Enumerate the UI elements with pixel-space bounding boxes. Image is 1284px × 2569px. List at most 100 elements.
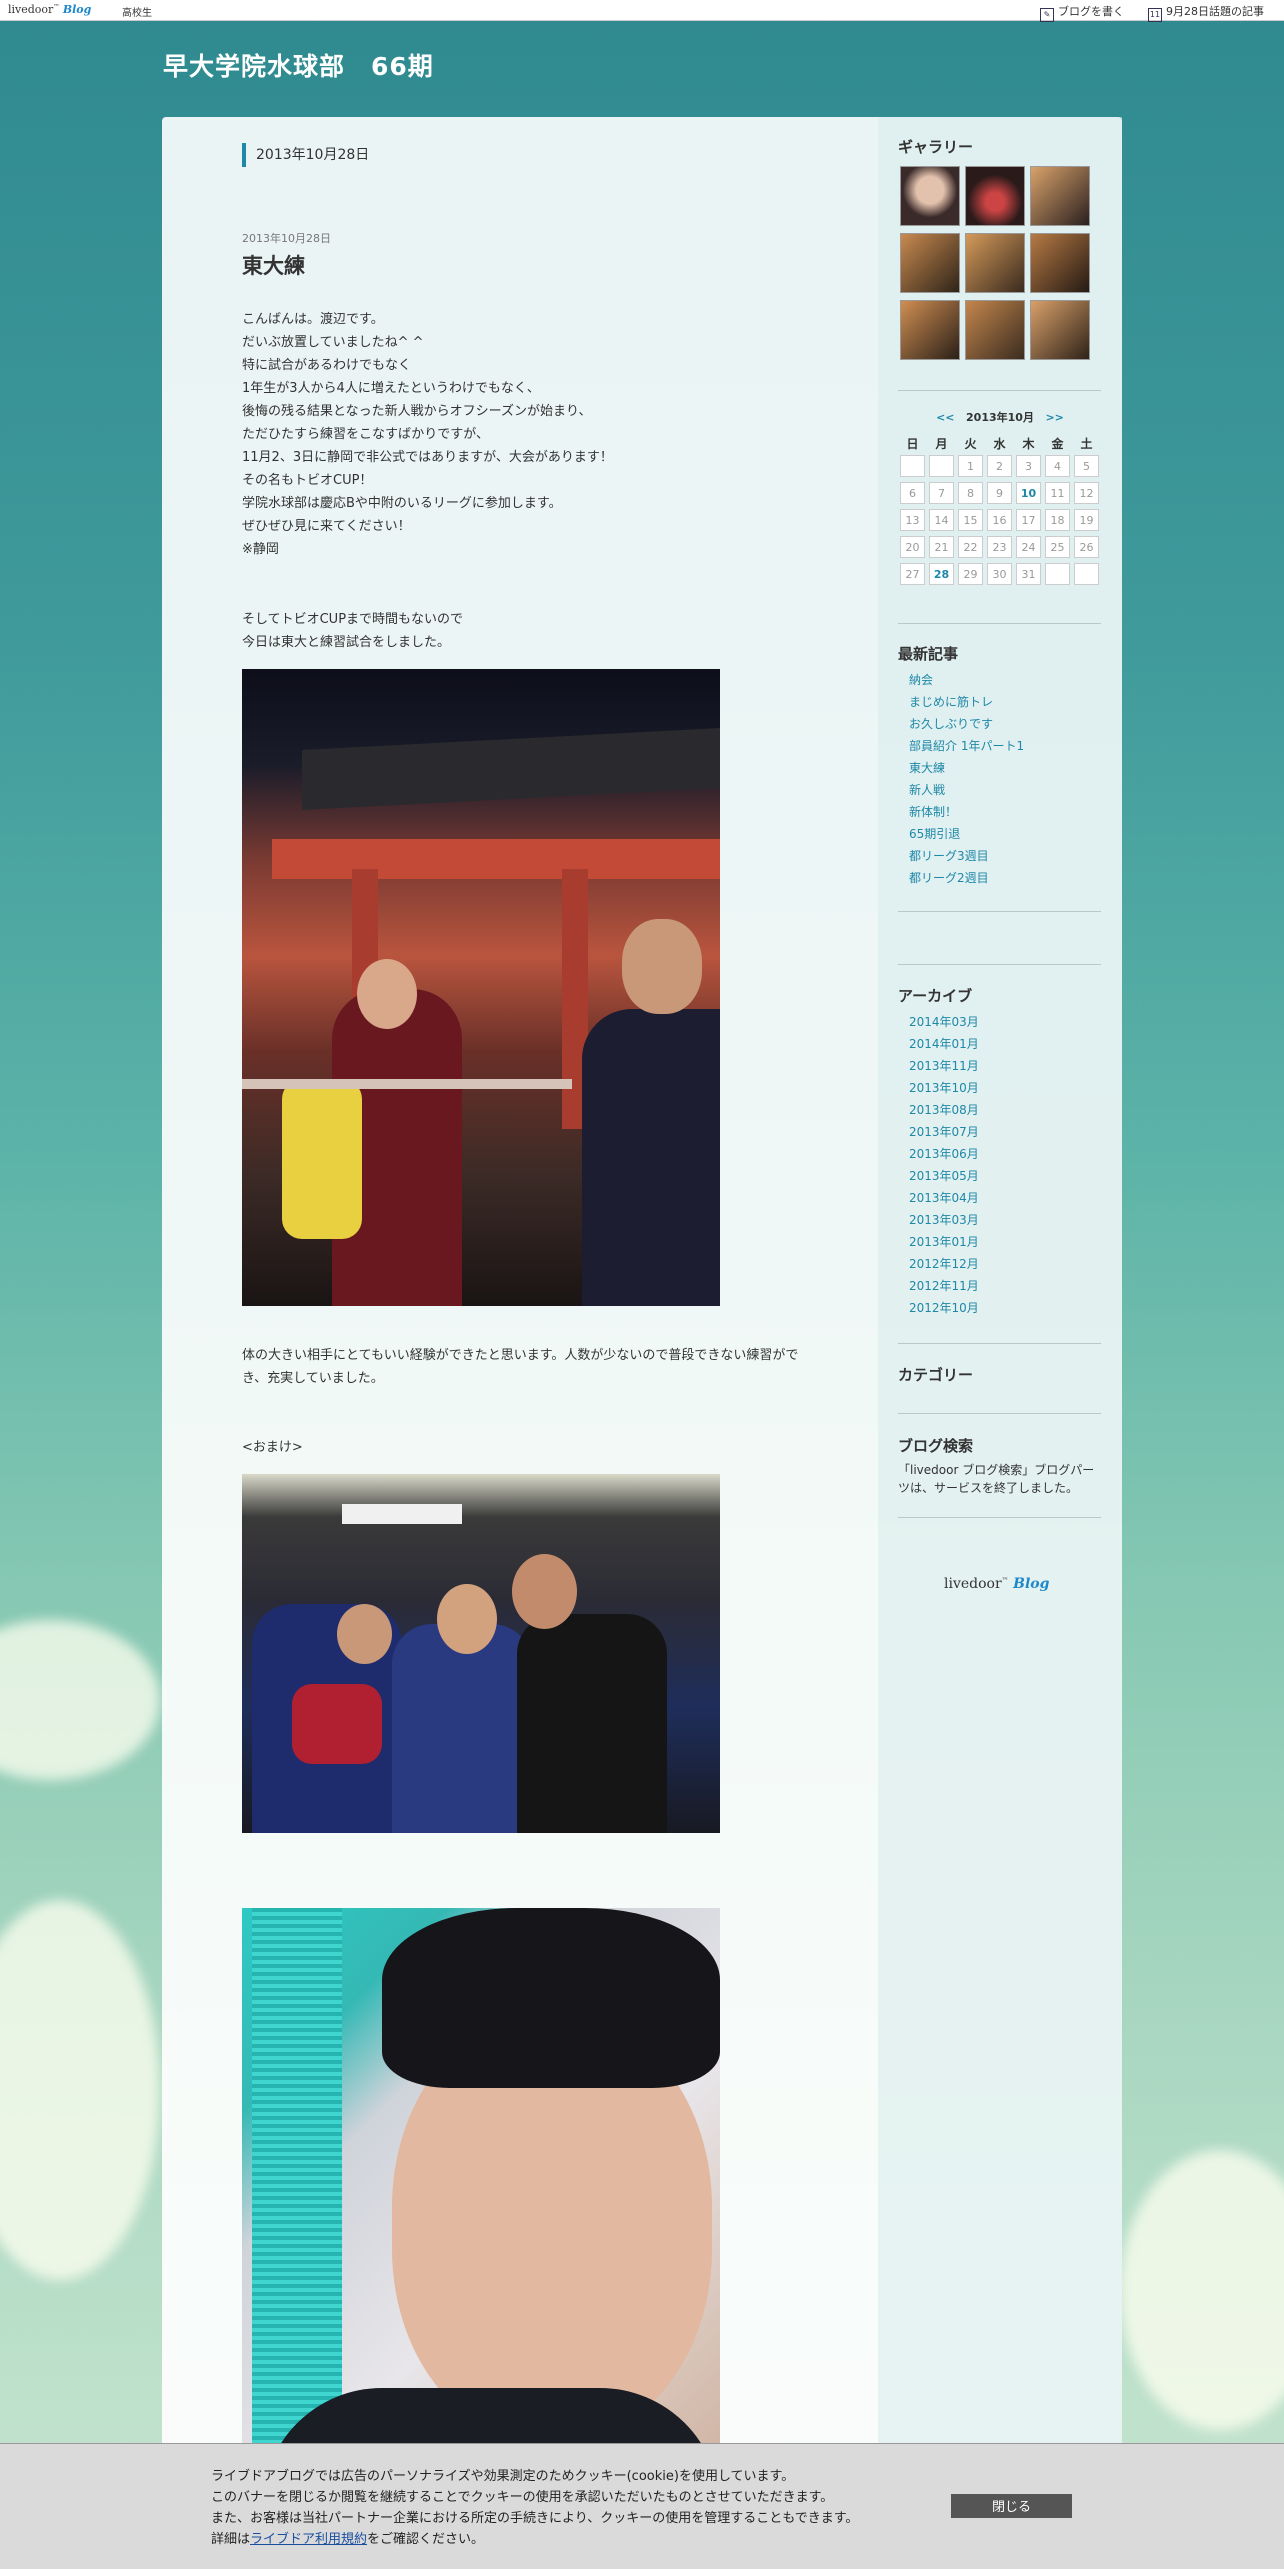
calendar-weekday: 月 xyxy=(935,437,948,451)
person-2-head xyxy=(437,1584,497,1654)
calendar-month: 2013年10月 xyxy=(966,411,1034,424)
post-title[interactable]: 東大練 xyxy=(242,250,305,280)
recent-post-link[interactable]: 新人戦 xyxy=(909,779,1024,801)
gallery-thumb[interactable] xyxy=(965,233,1025,293)
gallery-thumb[interactable] xyxy=(965,166,1025,226)
cookie-text: ライブドアブログでは広告のパーソナライズや効果測定のためクッキー(cookie)… xyxy=(211,2466,858,2550)
write-blog-link[interactable]: ✎ ブログを書く xyxy=(1040,3,1124,22)
calendar-day[interactable]: 10 xyxy=(1016,482,1041,504)
post-paragraph-4: <おまけ> xyxy=(242,1440,303,1455)
calendar-day: 12 xyxy=(1074,482,1099,504)
blog-title[interactable]: 早大学院水球部 66期 xyxy=(163,47,434,83)
post-line: 特に試合があるわけでもなく xyxy=(242,358,412,373)
recent-post-link[interactable]: 都リーグ3週目 xyxy=(909,845,1024,867)
bus-light xyxy=(342,1504,462,1524)
archive-link[interactable]: 2013年08月 xyxy=(909,1099,979,1121)
calendar-weekday: 木 xyxy=(1022,437,1035,451)
post-line: 後悔の残る結果となった新人戦からオフシーズンが始まり、 xyxy=(242,404,592,419)
post-line: こんばんは。渡辺です。 xyxy=(242,312,384,327)
category-link[interactable]: 高校生 xyxy=(122,4,152,19)
gallery-thumb[interactable] xyxy=(900,233,960,293)
calendar-day xyxy=(929,455,954,477)
livedoor-blog-logo[interactable]: livedoor™ Blog xyxy=(8,3,91,16)
cookie-line-suffix: をご確認ください。 xyxy=(367,2532,485,2547)
gallery-thumb[interactable] xyxy=(1030,166,1090,226)
fence xyxy=(242,1079,572,1089)
calendar-day: 23 xyxy=(987,536,1012,558)
archive-link[interactable]: 2013年06月 xyxy=(909,1143,979,1165)
calendar-day[interactable]: 28 xyxy=(929,563,954,585)
recent-post-link[interactable]: お久しぶりです xyxy=(909,713,1024,735)
gate-beam xyxy=(272,839,720,879)
gallery-thumb[interactable] xyxy=(900,300,960,360)
footer-livedoor-blog-logo[interactable]: livedoor™ Blog xyxy=(944,1576,1049,1592)
sidebar-divider xyxy=(898,1517,1101,1518)
terms-link[interactable]: ライブドア利用規約 xyxy=(250,2532,367,2547)
pencil-icon: ✎ xyxy=(1040,8,1054,22)
topic-articles-label: 9月28日話題の記事 xyxy=(1166,5,1264,18)
gallery-thumb[interactable] xyxy=(1030,233,1090,293)
archive-link[interactable]: 2013年05月 xyxy=(909,1165,979,1187)
archive-link[interactable]: 2012年11月 xyxy=(909,1275,979,1297)
archive-link[interactable]: 2012年10月 xyxy=(909,1297,979,1319)
archive-link[interactable]: 2014年01月 xyxy=(909,1033,979,1055)
sidebar-divider xyxy=(898,911,1101,912)
gallery-title: ギャラリー xyxy=(898,138,974,156)
post-line: ただひたすら練習をこなすばかりですが、 xyxy=(242,427,490,442)
calendar-day: 27 xyxy=(900,563,925,585)
recent-post-link[interactable]: 都リーグ2週目 xyxy=(909,867,1024,889)
archive-link[interactable]: 2013年11月 xyxy=(909,1055,979,1077)
calendar-day: 29 xyxy=(958,563,983,585)
archive-list: 2014年03月 2014年01月 2013年11月 2013年10月 2013… xyxy=(909,1011,979,1319)
gallery-thumb[interactable] xyxy=(1030,300,1090,360)
calendar-weekday: 日 xyxy=(906,437,919,451)
cookie-line: 詳細はライブドア利用規約をご確認ください。 xyxy=(211,2529,858,2550)
calendar-day: 15 xyxy=(958,509,983,531)
calendar-day: 30 xyxy=(987,563,1012,585)
calendar-prev-link[interactable]: << xyxy=(936,411,954,424)
calendar-day: 22 xyxy=(958,536,983,558)
post-photo-gate[interactable] xyxy=(242,669,720,1306)
archive-link[interactable]: 2013年03月 xyxy=(909,1209,979,1231)
recent-post-link[interactable]: 65期引退 xyxy=(909,823,1024,845)
archive-link[interactable]: 2013年04月 xyxy=(909,1187,979,1209)
post-photo-bus[interactable] xyxy=(242,1474,720,1833)
archive-link[interactable]: 2013年07月 xyxy=(909,1121,979,1143)
archive-link[interactable]: 2013年10月 xyxy=(909,1077,979,1099)
calendar-icon: 11 xyxy=(1148,8,1162,22)
recent-post-link[interactable]: 部員紹介 1年パート1 xyxy=(909,735,1024,757)
archive-link[interactable]: 2013年01月 xyxy=(909,1231,979,1253)
calendar-next-link[interactable]: >> xyxy=(1045,411,1063,424)
sidebar-divider xyxy=(898,390,1101,391)
topic-articles-link[interactable]: 11 9月28日話題の記事 xyxy=(1148,3,1264,22)
recent-post-link[interactable]: 納会 xyxy=(909,669,1024,691)
post-paragraph-3: 体の大きい相手にとてもいい経験ができたと思います。人数が少ないので普段できない練… xyxy=(242,1348,799,1386)
recent-post-link[interactable]: まじめに筋トレ xyxy=(909,691,1024,713)
archive-link[interactable]: 2014年03月 xyxy=(909,1011,979,1033)
post-line: ※静岡 xyxy=(242,542,279,557)
sidebar-divider xyxy=(898,1413,1101,1414)
calendar-day: 3 xyxy=(1016,455,1041,477)
post-line: ぜひぜひ見に来てください！ xyxy=(242,519,411,534)
date-header: 2013年10月28日 xyxy=(242,143,369,167)
calendar-day: 13 xyxy=(900,509,925,531)
cookie-line: ライブドアブログでは広告のパーソナライズや効果測定のためクッキー(cookie)… xyxy=(211,2469,795,2484)
person-left-head xyxy=(357,959,417,1029)
blog-search-text: 「livedoor ブログ検索」ブログパーツは、サービスを終了しました。 xyxy=(898,1463,1095,1495)
calendar-day: 5 xyxy=(1074,455,1099,477)
background-cloud xyxy=(0,1620,160,1780)
recent-post-link[interactable]: 新体制！ xyxy=(909,801,1024,823)
cookie-close-button[interactable]: 閉じる xyxy=(951,2494,1072,2518)
person-1-head xyxy=(337,1604,392,1664)
cookie-line: このバナーを閉じるか閲覧を継続することでクッキーの使用を承認いただいたものとさせ… xyxy=(211,2490,834,2505)
gallery-thumb[interactable] xyxy=(900,166,960,226)
person-3-head xyxy=(512,1554,577,1629)
post-line: 今日は東大と練習試合をしました。 xyxy=(242,635,451,650)
person-2 xyxy=(392,1624,532,1833)
post-paragraph-2: そしてトビオCUPまで時間もないので 今日は東大と練習試合をしました。 xyxy=(242,608,463,654)
gallery-thumb[interactable] xyxy=(965,300,1025,360)
recent-post-link[interactable]: 東大練 xyxy=(909,757,1024,779)
calendar-day: 1 xyxy=(958,455,983,477)
archive-link[interactable]: 2012年12月 xyxy=(909,1253,979,1275)
calendar-day: 25 xyxy=(1045,536,1070,558)
